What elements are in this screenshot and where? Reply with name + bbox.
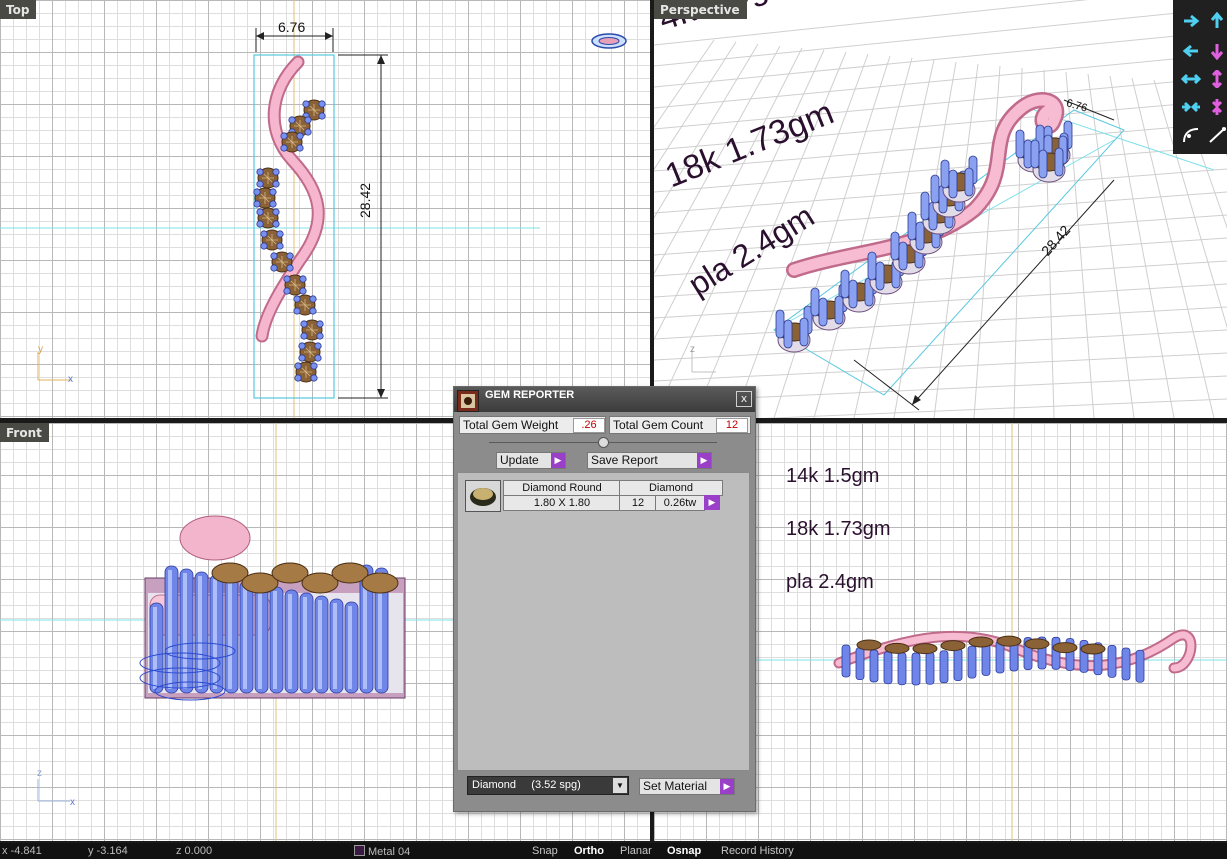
snap-toggle[interactable]: Snap — [532, 845, 558, 857]
arrow-right-icon[interactable] — [1181, 12, 1201, 30]
gem-thumbnail-icon[interactable] — [465, 480, 501, 512]
front-axis-z: z — [37, 768, 42, 779]
update-arrow-icon: ▶ — [551, 453, 565, 468]
status-bar: x -4.841 y -3.164 z 0.000 Metal 04 Snap … — [0, 843, 1227, 859]
perspective-view-model — [654, 0, 1227, 418]
right-note-14k: 14k 1.5gm — [786, 465, 880, 487]
chevron-down-icon[interactable]: ▼ — [613, 778, 627, 793]
top-axis-y: y — [38, 344, 43, 355]
line-tool-icon[interactable] — [1207, 126, 1227, 144]
gem-reporter-icon — [457, 390, 479, 412]
total-weight-field: Total Gem Weight .26 — [459, 416, 606, 434]
set-material-button[interactable]: Set Material ▶ — [639, 778, 735, 795]
viewport-label-front[interactable]: Front — [0, 423, 49, 442]
gem-shape-cell: Diamond Round — [503, 480, 621, 496]
material-select[interactable]: Diamond (3.52 spg) ▼ — [467, 776, 629, 795]
planar-toggle[interactable]: Planar — [620, 845, 652, 857]
close-icon[interactable]: x — [736, 391, 752, 407]
status-z: z 0.000 — [176, 845, 213, 857]
update-label: Update — [500, 453, 539, 467]
right-note-18k: 18k 1.73gm — [786, 518, 891, 540]
status-y: y -3.164 — [88, 845, 128, 857]
set-material-arrow-icon: ▶ — [720, 779, 734, 794]
save-report-button[interactable]: Save Report ▶ — [587, 452, 712, 469]
top-axis-x: x — [68, 374, 73, 385]
dialog-titlebar[interactable]: GEM REPORTER x — [454, 387, 755, 412]
gem-reporter-dialog: GEM REPORTER x Total Gem Weight .26 Tota… — [453, 386, 756, 812]
dialog-title: GEM REPORTER — [485, 389, 575, 401]
front-axis-x: x — [70, 797, 75, 808]
arrows-vertical-icon[interactable] — [1207, 70, 1227, 88]
transform-toolstrip — [1173, 0, 1227, 154]
save-report-arrow-icon: ▶ — [697, 453, 711, 468]
arrow-left-icon[interactable] — [1181, 42, 1201, 60]
total-count-field: Total Gem Count 12 — [609, 416, 751, 434]
gem-row-menu-button[interactable]: ▶ — [704, 495, 720, 510]
viewport-perspective[interactable]: Perspective 4k 1.5g 18k 1.73gm pla 2.4gm… — [654, 0, 1227, 418]
perspective-axis-z: z — [690, 344, 695, 355]
layer-name: Metal 04 — [368, 846, 411, 858]
total-weight-value[interactable]: .26 — [573, 418, 605, 433]
right-note-pla: pla 2.4gm — [786, 571, 874, 593]
curve-tool-icon[interactable] — [1181, 126, 1201, 144]
update-button[interactable]: Update ▶ — [496, 452, 566, 469]
arrow-up-icon[interactable] — [1207, 12, 1227, 30]
total-count-label: Total Gem Count — [613, 418, 704, 432]
ortho-toggle[interactable]: Ortho — [574, 845, 604, 857]
osnap-toggle[interactable]: Osnap — [667, 845, 701, 857]
viewport-label-perspective[interactable]: Perspective — [654, 0, 747, 19]
top-dim-width: 6.76 — [278, 19, 306, 35]
arrows-in-icon[interactable] — [1181, 98, 1201, 116]
record-history-toggle[interactable]: Record History — [721, 845, 794, 857]
arrows-horizontal-icon[interactable] — [1181, 70, 1201, 88]
arrows-split-icon[interactable] — [1207, 98, 1227, 116]
gem-list: Diamond Round Diamond 1.80 X 1.80 12 0.2… — [457, 472, 750, 771]
total-count-value[interactable]: 12 — [716, 418, 748, 433]
gem-weight-cell: 0.26tw — [655, 495, 705, 511]
layer-color-swatch — [354, 845, 365, 856]
splitter-handle[interactable] — [598, 437, 609, 448]
top-dim-height: 28.42 — [357, 182, 373, 218]
gem-size-cell: 1.80 X 1.80 — [503, 495, 621, 511]
save-report-label: Save Report — [591, 453, 658, 467]
material-select-value: Diamond (3.52 spg) — [472, 779, 581, 791]
gem-count-cell: 12 — [619, 495, 657, 511]
layer-indicator[interactable]: Metal 04 — [354, 845, 410, 858]
viewport-top[interactable]: Top 6.76 28.42 y x — [0, 0, 650, 418]
set-material-label: Set Material — [643, 779, 708, 793]
gem-material-cell: Diamond — [619, 480, 723, 496]
status-x: x -4.841 — [2, 845, 42, 857]
top-view-model — [0, 0, 627, 418]
viewport-label-top[interactable]: Top — [0, 0, 37, 19]
total-weight-label: Total Gem Weight — [463, 418, 559, 432]
arrow-down-icon[interactable] — [1207, 42, 1227, 60]
